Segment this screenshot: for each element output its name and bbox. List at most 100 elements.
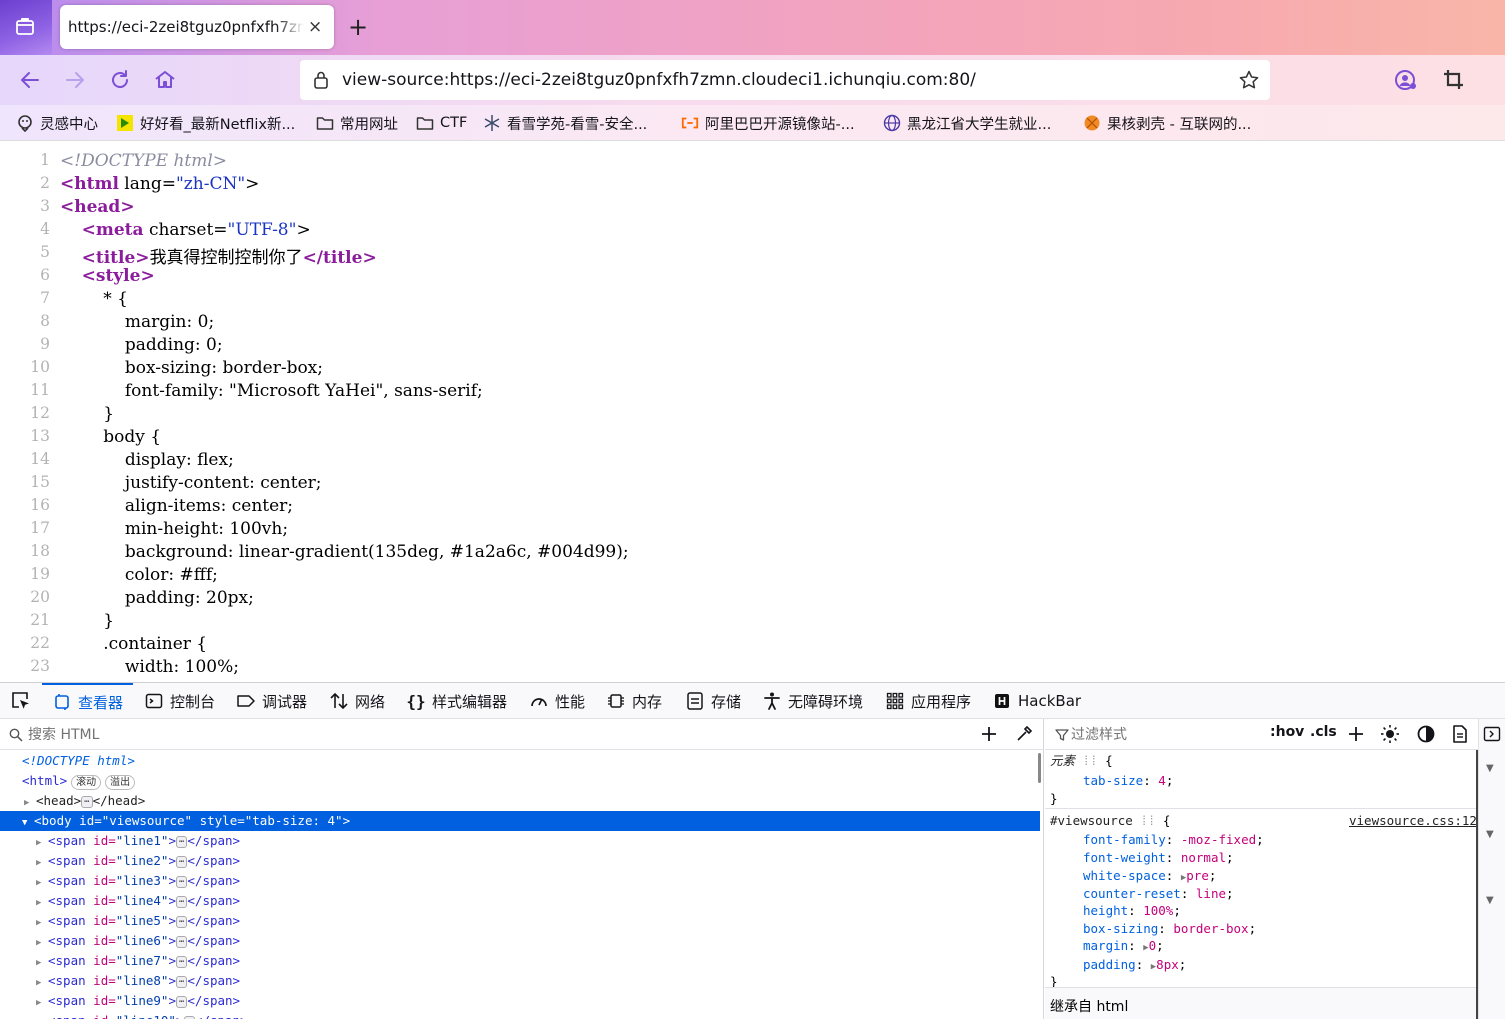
expand-triangle-icon[interactable]: ▶ [36, 973, 48, 993]
tree-node-span[interactable]: ▶ <span id="line7"> ⋯ </span> [0, 951, 1040, 971]
declaration[interactable]: font-family: -moz-fixed; [1083, 831, 1264, 849]
tab-hackbar[interactable]: HackBar [992, 683, 1081, 719]
bookmark-item[interactable]: 阿里巴巴开源镜像站-... [681, 112, 855, 134]
expand-triangle-icon[interactable]: ▶ [36, 953, 48, 973]
tree-node-span[interactable]: ▶ <span id="line4"> ⋯ </span> [0, 891, 1040, 911]
declaration[interactable]: margin: ▶0; [1083, 937, 1164, 955]
collapsed-ellipsis[interactable]: ⋯ [81, 795, 93, 808]
browser-tab[interactable]: https://eci-2zei8tguz0pnfxfh7zmn.cloudec… [60, 5, 334, 49]
tree-node-span[interactable]: ▶ <span id="line1"> ⋯ </span> [0, 831, 1040, 851]
markup-scrollbar[interactable] [1038, 753, 1041, 783]
tab-storage[interactable]: 存储 [685, 683, 741, 719]
scroll-badge[interactable]: 滚动 [71, 775, 102, 790]
collapsed-ellipsis[interactable]: ⋯ [175, 915, 188, 928]
expand-triangle-icon[interactable]: ▶ [36, 913, 48, 933]
expand-triangle-icon[interactable]: ▶ [36, 933, 48, 953]
eyedropper-icon[interactable] [1014, 724, 1034, 748]
tree-node-span[interactable]: ▶<span id="line10">⋯</span> [0, 1011, 1040, 1019]
collapsed-ellipsis[interactable]: ⋯ [183, 1015, 195, 1019]
bookmark-item[interactable]: 黑龙江省大学生就业... [883, 112, 1051, 134]
declaration[interactable]: font-weight: normal; [1083, 849, 1234, 867]
expand-triangle-icon[interactable]: ▶ [36, 853, 48, 873]
tab-memory[interactable]: 内存 [606, 683, 662, 719]
selector-grid-icon[interactable]: ⁞⁞ [1140, 813, 1155, 828]
tree-node-doctype[interactable]: <!DOCTYPE html> [0, 751, 1040, 771]
toggle-sidebar-icon[interactable] [1483, 725, 1501, 747]
list-all-tabs-icon[interactable] [14, 16, 36, 38]
print-media-document-icon[interactable] [1451, 724, 1471, 744]
collapse-triangle-icon[interactable]: ▼ [22, 813, 34, 833]
expand-triangle-icon[interactable]: ▶ [24, 793, 36, 813]
code-text: font-family: "Microsoft YaHei", sans-ser… [60, 381, 483, 401]
expand-triangle-icon[interactable]: ▶ [36, 1013, 48, 1019]
selector-grid-icon[interactable]: ⁞⁞ [1083, 753, 1098, 768]
expand-triangle-icon[interactable]: ▶ [36, 993, 48, 1013]
tab-inspector[interactable]: 查看器 [42, 683, 134, 719]
screenshot-crop-icon[interactable] [1441, 67, 1467, 93]
url-bar[interactable]: view-source:https://eci-2zei8tguz0pnfxfh… [300, 60, 1270, 100]
forward-icon[interactable] [62, 67, 88, 93]
tab-close-icon[interactable]: × [308, 17, 322, 37]
back-icon[interactable] [17, 67, 43, 93]
hover-state-button[interactable]: :hov [1270, 724, 1304, 740]
chevron-down-icon[interactable]: ▼ [1486, 895, 1494, 906]
declaration[interactable]: tab-size: 4; [1083, 772, 1173, 790]
declaration[interactable]: counter-reset: line; [1083, 885, 1234, 903]
chevron-down-icon[interactable]: ▼ [1486, 763, 1494, 774]
collapsed-ellipsis[interactable]: ⋯ [175, 875, 188, 888]
tree-node-span[interactable]: ▶ <span id="line9"> ⋯ </span> [0, 991, 1040, 1011]
collapsed-ellipsis[interactable]: ⋯ [175, 835, 188, 848]
tree-node-body-selected[interactable]: ▼ <body id="viewsource" style="tab-size: … [0, 811, 1040, 831]
declaration[interactable]: padding: ▶8px; [1083, 956, 1186, 974]
tree-node-html[interactable]: <html> 滚动 溢出 [0, 771, 1040, 791]
tab-performance[interactable]: 性能 [529, 683, 585, 719]
element-picker-icon[interactable] [10, 690, 32, 712]
bookmark-star-icon[interactable] [1238, 69, 1260, 95]
tree-node-span[interactable]: ▶ <span id="line2"> ⋯ </span> [0, 851, 1040, 871]
collapsed-ellipsis[interactable]: ⋯ [175, 935, 188, 948]
class-toggle-button[interactable]: .cls [1310, 724, 1337, 740]
home-icon[interactable] [152, 67, 178, 93]
tree-node-span[interactable]: ▶ <span id="line8"> ⋯ </span> [0, 971, 1040, 991]
collapsed-ellipsis[interactable]: ⋯ [175, 995, 188, 1008]
expand-triangle-icon[interactable]: ▶ [36, 873, 48, 893]
bookmark-folder[interactable]: 常用网址 [316, 112, 398, 134]
collapsed-ellipsis[interactable]: ⋯ [175, 855, 188, 868]
collapsed-ellipsis[interactable]: ⋯ [175, 975, 188, 988]
expand-triangle-icon[interactable]: ▶ [36, 833, 48, 853]
tree-node-span[interactable]: ▶ <span id="line5"> ⋯ </span> [0, 911, 1040, 931]
stylesheet-source-link[interactable]: viewsource.css:12 [1349, 812, 1477, 830]
tab-style-editor[interactable]: {} 样式编辑器 [406, 683, 507, 719]
tab-network[interactable]: 网络 [329, 683, 385, 719]
tree-node-span[interactable]: ▶ <span id="line3"> ⋯ </span> [0, 871, 1040, 891]
declaration[interactable]: box-sizing: border-box; [1083, 920, 1256, 938]
bookmark-item[interactable]: 看雪学苑-看雪-安全... [483, 112, 647, 134]
html-search-input[interactable] [28, 724, 948, 745]
filter-styles-input[interactable] [1071, 724, 1251, 745]
tab-application[interactable]: 应用程序 [885, 683, 971, 719]
light-mode-sun-icon[interactable] [1380, 724, 1400, 744]
bookmark-item[interactable]: 灵感中心 [16, 112, 98, 134]
tab-debugger[interactable]: 调试器 [236, 683, 307, 719]
dark-mode-contrast-icon[interactable] [1416, 724, 1436, 744]
lock-icon[interactable] [312, 70, 330, 94]
declaration[interactable]: height: 100%; [1083, 902, 1181, 920]
bookmark-item[interactable]: 好好看_最新Netflix新... [116, 112, 295, 134]
bookmark-folder[interactable]: CTF [416, 112, 467, 134]
new-tab-button[interactable]: + [348, 14, 368, 40]
collapsed-ellipsis[interactable]: ⋯ [175, 955, 188, 968]
collapsed-ellipsis[interactable]: ⋯ [175, 895, 188, 908]
reload-icon[interactable] [107, 67, 133, 93]
account-icon[interactable] [1393, 67, 1419, 93]
bookmark-item[interactable]: 果核剥壳 - 互联网的... [1083, 112, 1251, 134]
tab-console[interactable]: 控制台 [144, 683, 215, 719]
expand-triangle-icon[interactable]: ▶ [36, 893, 48, 913]
chevron-down-icon[interactable]: ▼ [1486, 829, 1494, 840]
add-node-icon[interactable] [979, 724, 999, 748]
tree-node-span[interactable]: ▶ <span id="line6"> ⋯ </span> [0, 931, 1040, 951]
add-rule-icon[interactable] [1346, 724, 1366, 744]
tab-accessibility[interactable]: 无障碍环境 [762, 683, 863, 719]
tree-node-head[interactable]: ▶ <head> ⋯ </head> [0, 791, 1040, 811]
overflow-badge[interactable]: 溢出 [105, 775, 136, 790]
declaration[interactable]: white-space: ▶pre; [1083, 867, 1216, 885]
